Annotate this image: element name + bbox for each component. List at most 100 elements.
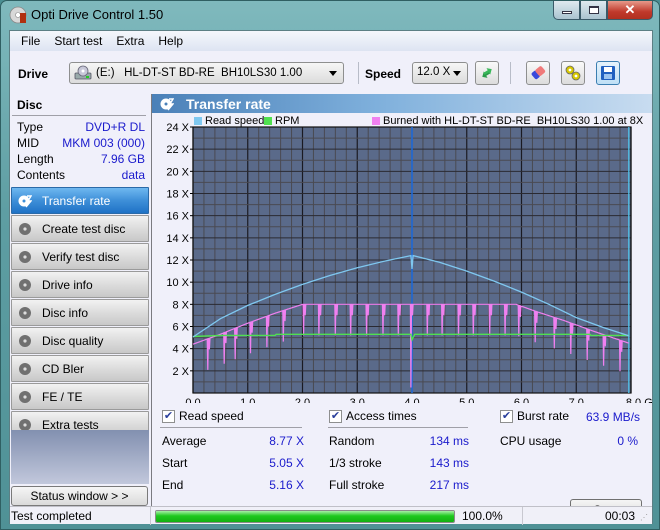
stat-row-end: End 5.16 X <box>162 478 304 492</box>
stat-row-random: Random 134 ms <box>329 434 469 448</box>
client-area: File Start test Extra Help Drive (E:) HL… <box>9 30 653 525</box>
stat-label: Start <box>162 456 188 470</box>
x-tick-label: 0.0 <box>185 397 200 403</box>
stat-value: 8.77 X <box>269 434 304 448</box>
close-button[interactable]: ✕ <box>607 1 653 20</box>
nav-drive-info[interactable]: Drive info <box>11 271 149 298</box>
app-window: Opti Drive Control 1.50 ✕ File Start tes… <box>0 0 660 530</box>
nav-verify-test-disc[interactable]: Verify test disc <box>11 243 149 270</box>
stat-label: CPU usage <box>500 434 562 448</box>
x-tick-label: 1.0 <box>240 397 255 403</box>
stat-label: Random <box>329 434 375 448</box>
speed-label: Speed <box>365 67 402 81</box>
read-speed-checkbox[interactable]: ✔ Read speed <box>162 409 244 423</box>
y-tick-label: 22 X <box>166 144 189 156</box>
menu-file[interactable]: File <box>14 34 47 48</box>
toolbar-separator <box>510 62 511 84</box>
drive-select[interactable]: (E:) HL-DT-ST BD-RE BH10LS30 1.00 <box>69 62 344 84</box>
refresh-button[interactable] <box>475 61 499 85</box>
stat-label: End <box>162 478 184 492</box>
menu-start-test[interactable]: Start test <box>47 34 109 48</box>
settings-button[interactable] <box>561 61 585 85</box>
disc-title: Disc <box>17 98 43 112</box>
disc-row-contents: Contents data <box>17 168 145 182</box>
maximize-icon <box>588 6 599 14</box>
save-button[interactable] <box>596 61 620 85</box>
nav-cd-bler[interactable]: CD Bler <box>11 355 149 382</box>
close-icon: ✕ <box>624 2 636 17</box>
x-tick-label: 7.0 <box>569 397 584 403</box>
menu-bar: File Start test Extra Help <box>10 31 652 51</box>
stat-value: 5.05 X <box>269 456 304 470</box>
nav-transfer-rate[interactable]: Transfer rate <box>11 187 149 214</box>
drive-label: Drive <box>18 67 49 81</box>
save-icon <box>601 66 615 80</box>
speed-select[interactable]: 12.0 X <box>412 62 468 84</box>
stat-label: Average <box>162 434 207 448</box>
chevron-down-icon <box>329 71 337 76</box>
sidebar-fill <box>11 430 149 484</box>
divider <box>522 507 523 525</box>
progress-bar <box>155 510 455 523</box>
y-tick-label: 24 X <box>166 122 189 134</box>
disc-icon <box>19 334 31 347</box>
status-bar: Test completed 100.0% 00:03 ⋰ <box>10 506 652 525</box>
status-window-button[interactable]: Status window > > <box>11 486 148 506</box>
stat-value: 134 ms <box>429 434 469 448</box>
checkmark-icon: ✔ <box>500 409 513 423</box>
menu-extra[interactable]: Extra <box>109 34 151 48</box>
transfer-rate-chart: 2 X 4 X 6 X 8 X 10 X 12 X 14 X 16 X 18 X 20 X 22 X… <box>166 122 652 403</box>
disc-row-mid: MID MKM 003 (000) <box>17 136 145 150</box>
sidebar: Disc Type DVD+R DL MID MKM 003 (000) Len… <box>10 94 150 525</box>
y-tick-label: 18 X <box>166 189 189 201</box>
nav-fe-te[interactable]: FE / TE <box>11 383 149 410</box>
maximize-button[interactable] <box>580 1 607 20</box>
y-tick-label: 2 X <box>172 366 189 378</box>
y-tick-label: 20 X <box>166 166 189 178</box>
stat-value: 217 ms <box>429 478 469 492</box>
panel-header: Transfer rate <box>152 94 652 113</box>
x-tick-label: 8.0 GB <box>626 397 652 403</box>
x-tick-label: 4.0 <box>404 397 419 403</box>
burst-rate-checkbox[interactable]: ✔ Burst rate <box>500 409 569 423</box>
stat-label: Full stroke <box>329 478 385 492</box>
disc-length-value: 7.96 GB <box>100 152 145 166</box>
disc-row-type: Type DVD+R DL <box>17 120 145 134</box>
nav-label: Verify test disc <box>42 249 120 264</box>
stat-row-start: Start 5.05 X <box>162 456 304 470</box>
divider <box>12 115 146 116</box>
nav-label: Disc info <box>42 305 89 320</box>
access-times-checkbox[interactable]: ✔ Access times <box>329 409 417 423</box>
toolbar: Drive (E:) HL-DT-ST BD-RE BH10LS30 1.00 … <box>10 52 652 94</box>
checkmark-icon: ✔ <box>329 409 342 423</box>
nav-label: Disc quality <box>42 333 104 348</box>
x-tick-label: 2.0 <box>295 397 310 403</box>
disc-icon <box>19 278 31 291</box>
stat-value: 5.16 X <box>269 478 304 492</box>
minimize-button[interactable] <box>553 1 580 20</box>
divider <box>328 427 468 428</box>
y-tick-label: 14 X <box>166 233 189 245</box>
drive-value: (E:) HL-DT-ST BD-RE BH10LS30 1.00 <box>96 67 303 79</box>
minimize-icon <box>561 11 572 14</box>
progress-fill <box>156 511 454 522</box>
disc-icon <box>19 222 31 235</box>
stat-row-full-stroke: Full stroke 217 ms <box>329 478 469 492</box>
nav-label: Transfer rate <box>42 193 111 208</box>
nav-disc-quality[interactable]: Disc quality <box>11 327 149 354</box>
y-tick-label: 12 X <box>166 255 189 267</box>
menu-help[interactable]: Help <box>151 34 190 48</box>
nav-create-test-disc[interactable]: Create test disc <box>11 215 149 242</box>
disc-type-value: DVD+R DL <box>85 120 145 134</box>
refresh-icon <box>482 68 492 78</box>
stat-row-one-third-stroke: 1/3 stroke 143 ms <box>329 456 469 470</box>
nav-disc-info[interactable]: Disc info <box>11 299 149 326</box>
y-tick-label: 4 X <box>172 344 189 356</box>
disc-icon <box>19 306 31 319</box>
stats-panel: ✔ Read speed Average 8.77 X Start 5.05 X… <box>152 404 652 504</box>
stat-value: 143 ms <box>429 456 469 470</box>
checkmark-icon: ✔ <box>162 409 175 423</box>
resize-grip-icon[interactable]: ⋰ <box>640 513 648 522</box>
erase-button[interactable] <box>526 61 550 85</box>
stat-label: 1/3 stroke <box>329 456 382 470</box>
